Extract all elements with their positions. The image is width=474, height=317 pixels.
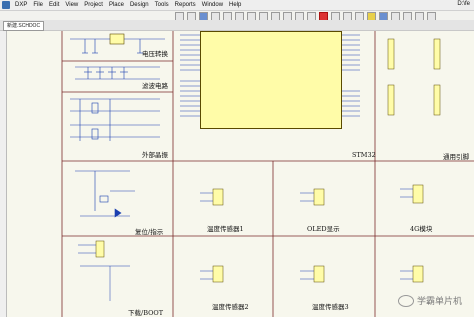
stm32-chip[interactable] — [200, 31, 342, 129]
tab-schdoc[interactable]: 新建.SCHDOC — [3, 21, 45, 31]
document-tab-bar: 新建.SCHDOC — [0, 20, 474, 31]
menu-view[interactable]: View — [62, 2, 81, 8]
watermark: 学霸单片机 — [397, 294, 462, 307]
label-filter: 滤波电路 — [142, 82, 168, 90]
menu-dxp[interactable]: DXP — [12, 2, 30, 8]
menu-help[interactable]: Help — [226, 2, 244, 8]
label-oled: OLED显示 — [307, 225, 340, 233]
label-download: 下载/BOOT — [128, 309, 164, 317]
menu-design[interactable]: Design — [127, 2, 152, 8]
label-temp3: 温度传感器3 — [312, 303, 349, 311]
sensor-wires — [78, 188, 413, 301]
menu-project[interactable]: Project — [81, 2, 106, 8]
crystal-circuit — [70, 98, 160, 141]
wechat-icon — [397, 294, 414, 307]
watermark-text: 学霸单片机 — [416, 296, 462, 306]
menu-place[interactable]: Place — [106, 2, 127, 8]
menu-reports[interactable]: Reports — [172, 2, 199, 8]
menu-edit[interactable]: Edit — [46, 2, 62, 8]
label-stm32: STM32 — [352, 151, 376, 159]
label-temp2: 温度传感器2 — [212, 303, 249, 311]
menu-file[interactable]: File — [30, 2, 46, 8]
filter-circuit — [75, 66, 160, 80]
menu-tools[interactable]: Tools — [152, 2, 172, 8]
path-label: D:\fe — [457, 1, 470, 7]
schematic-canvas[interactable]: 电压转换 滤波电路 外部晶振 STM32 通用引脚 复位/指示 温度传感器1 O… — [0, 31, 474, 317]
gpio-headers — [387, 38, 441, 116]
app-logo-icon[interactable] — [2, 1, 10, 9]
reset-circuit — [75, 170, 135, 218]
label-crystal: 外部晶振 — [142, 151, 168, 159]
label-gpio: 通用引脚 — [443, 153, 469, 161]
label-reset: 复位/指示 — [135, 228, 164, 236]
menu-window[interactable]: Window — [199, 2, 226, 8]
label-4g: 4G模块 — [410, 225, 433, 233]
label-voltage: 电压转换 — [142, 50, 168, 58]
label-temp1: 温度传感器1 — [207, 225, 244, 233]
